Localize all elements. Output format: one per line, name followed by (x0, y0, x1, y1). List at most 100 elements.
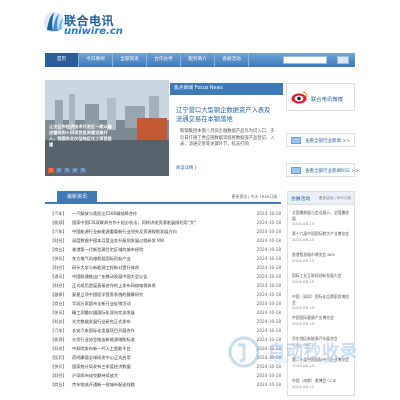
news-row[interactable]: 【商业】 华润万家超市全新开业促销活动 2024-10-18 (50, 299, 281, 308)
news-category: 【汽车】 (50, 328, 67, 333)
news-date: 2024-10-18 (256, 256, 281, 261)
conference-item[interactable]: 中国国际健康产业博览会 2024-08-13 (292, 315, 352, 326)
rss-icon (291, 167, 301, 174)
news-category: 【财经】 (50, 373, 67, 378)
news-row[interactable]: 【通讯】 中国联通推出广东移动发展中国大会公告 2024-10-18 (50, 272, 281, 281)
news-date: 2024-10-18 (256, 274, 281, 279)
news-row[interactable]: 【汽车】 一汽解放与奥凯达1500辆结缔合作 2024-10-18 (50, 209, 281, 218)
banner-page-1[interactable]: 1 (48, 168, 54, 173)
conference-item-title[interactable]: 全国播放展与会议展示，全国播放展 (292, 210, 352, 221)
watermark-subtitle: 一手资源 · 来访一次 · 自动收录 (268, 359, 338, 365)
conference-item-date: 2024-08-13 (292, 305, 315, 310)
news-title-link[interactable]: 国家统计局发布三季度经济数据 (72, 362, 237, 371)
news-category: 【财经】 (50, 238, 67, 243)
news-title-link[interactable]: 深度数据中国本月度业务升级领发展过程研发 RW (72, 236, 237, 245)
news-category: 【汽车】 (50, 229, 67, 234)
conference-item[interactable]: 中国（成都）美博会 CCIE 2024-08-13 (292, 378, 352, 389)
conference-item[interactable]: 中国（深圳）国际化品牌家居博览会 2024-08-13 (292, 294, 352, 311)
news-category: 【能源】 (50, 220, 67, 225)
banner-page-5[interactable]: 5 (80, 168, 86, 173)
conference-item-title[interactable]: 第十六届中国国际数字产业博览会 (292, 231, 352, 237)
news-title-link[interactable]: 正式前后首届直接合作的上发布网络电视体系 (72, 281, 237, 290)
news-title-link[interactable]: 香港第一代新型建住宅区域的城市经验 (72, 245, 237, 254)
banner-pager: 1 2 3 4 5 (48, 168, 86, 173)
banner-page-4[interactable]: 4 (72, 168, 78, 173)
news-title-link[interactable]: 复星立项中国医学营养系统的健康研究 (72, 290, 237, 299)
news-title-link[interactable]: 东方电气风电机组国际民航产业 (72, 254, 237, 263)
news-title-link[interactable]: 光大数据发展行业研究正式发布 (72, 317, 237, 326)
news-row[interactable]: 【汽车】 中国能源行业新能源重载新行业领先及资源规划发展方向 2024-10-18 (50, 227, 281, 236)
news-title-link[interactable]: 沪深两市成交额持续放大 (72, 371, 237, 380)
banner-caption: 让仪征市经济技术开发区一期从输送管网到十四项目投资建设展开入，我国东北仪征地区化… (49, 124, 112, 147)
conference-item[interactable]: 全国播放展与会议展示，全国播放展 2024-08-13 (292, 210, 352, 227)
banner-slideshow[interactable]: 让仪征市经济技术开发区一期从输送管网到十四项目投资建设展开入，我国东北仪征地区化… (45, 80, 169, 176)
search-button[interactable] (337, 56, 349, 64)
news-row[interactable]: 【科技】 光大数据发展行业研究正式发布 2024-10-18 (50, 317, 281, 326)
weibo-label: 联合电讯微博 (311, 97, 343, 103)
news-date: 2024-10-18 (256, 319, 281, 324)
banner-page-2[interactable]: 2 (56, 168, 62, 173)
news-row[interactable]: 【商业】 香港第一代新型建住宅区域的城市经验 2024-10-18 (50, 245, 281, 254)
news-category: 【财经】 (50, 283, 67, 288)
conference-item-date: 2024-08-13 (292, 320, 315, 326)
conference-item-date: 2024-08-13 (292, 278, 315, 284)
news-title-link[interactable]: 精工测量仪器国际化双向交流发展 (72, 308, 237, 317)
news-row[interactable]: 【财经】 研什大学与新能源工程新对提升体质 2024-10-18 (50, 263, 281, 272)
view-industry-news-link[interactable]: 查看全部行业新闻 >> (286, 133, 355, 147)
news-date: 2024-10-18 (256, 310, 281, 315)
news-title-link[interactable]: 华润万家超市全新开业促销活动 (72, 299, 237, 308)
news-title-link[interactable]: 药明康德全球研发中心正式启用 (72, 353, 237, 362)
news-row[interactable]: 【商业】 京东物流开通新一批城市配送线路 2024-10-18 (50, 380, 281, 389)
view-industry-news-rss-link[interactable]: 查看全部行业新闻RSS >> (286, 163, 359, 177)
weibo-icon (291, 91, 308, 104)
news-date: 2024-10-18 (256, 382, 281, 387)
watermark-logo-icon (228, 336, 260, 368)
nav-item-home[interactable]: 首页 (45, 53, 79, 67)
news-date: 2024-10-18 (256, 238, 281, 243)
news-title-link[interactable]: 长安汽车国际化发展项目开展合作 (72, 326, 237, 335)
conference-item-date: 2024-08-13 (292, 236, 315, 242)
nav-item-today[interactable]: 今日要闻 (79, 53, 113, 67)
conference-item[interactable]: 第十六届中国国际数字产业博览会 2024-08-13 (292, 231, 352, 242)
nav-item-events[interactable]: 会展活动 (215, 53, 249, 67)
news-title-link[interactable]: 京东物流开通新一批城市配送线路 (72, 380, 237, 389)
news-title-link[interactable]: 国家中国CIS双联邦合作十组分析法，同样讲发资源发展接利用“大” (72, 218, 237, 227)
conference-item-title[interactable]: 中国（深圳）国际化品牌家居博览会 (292, 294, 352, 305)
nav-item-services[interactable]: 服务简介 (181, 53, 215, 67)
nav-item-all-news[interactable]: 全部资讯 (113, 53, 147, 67)
news-title-link[interactable]: 一汽解放与奥凯达1500辆结缔合作 (72, 209, 237, 218)
search-input[interactable] (283, 56, 327, 64)
news-row[interactable]: 【能源】 国家中国CIS双联邦合作十组分析法，同样讲发资源发展接利用“大” 2024… (50, 218, 281, 227)
logo-globe-icon (44, 12, 64, 32)
focus-read-more-link[interactable]: 阅读详情 》 (176, 165, 199, 171)
news-row[interactable]: 【快讯】 精工测量仪器国际化双向交流发展 2024-10-18 (50, 308, 281, 317)
news-date: 2024-10-18 (256, 247, 281, 252)
news-title-link[interactable]: 中国联通推出广东移动发展中国大会公告 (72, 272, 237, 281)
news-category: 【快讯】 (50, 310, 67, 315)
news-date: 2024-10-18 (256, 220, 281, 225)
focus-headline[interactable]: 辽宁营口大型钢企数据资产入表及流通交易在本钢落地 (176, 106, 276, 124)
news-title-link[interactable]: 中科院发布新一代人工智能平台 (72, 344, 237, 353)
news-row[interactable]: 【快讯】 东方电气风电机组国际民航产业 2024-10-18 (50, 254, 281, 263)
news-title-link[interactable]: 中国能源行业新能源重载新行业领先及资源规划发展方向 (72, 227, 237, 236)
side-link-label: 查看全部行业新闻 >> (305, 139, 350, 144)
latest-news-links[interactable]: 更多资讯 | 今天 | RSS订阅 (232, 194, 277, 200)
conference-more-link[interactable]: 更多活动 | RSS订阅 (319, 196, 351, 201)
weibo-box[interactable]: 联合电讯微博 (286, 83, 355, 111)
news-category: 【商业】 (50, 301, 67, 306)
news-date: 2024-10-18 (256, 211, 281, 216)
conference-item[interactable]: 香港智慧城市博览会 BEX 2024-08-13 (292, 252, 352, 263)
banner-page-3[interactable]: 3 (64, 168, 70, 173)
conference-item[interactable]: 国际工业互联网创新发展大会 2024-08-13 (292, 273, 352, 284)
watermark: 自动秒收录 一手资源 · 来访一次 · 自动收录 (228, 334, 378, 374)
news-date: 2024-10-18 (256, 283, 281, 288)
news-row[interactable]: 【财经】 正式前后首届直接合作的上发布网络电视体系 2024-10-18 (50, 281, 281, 290)
news-title-link[interactable]: 光伏行业协会推出新能源储能标准 (72, 335, 237, 344)
latest-news-tab[interactable]: 最新资讯 (57, 191, 97, 204)
news-title-link[interactable]: 研什大学与新能源工程新对提升体质 (72, 263, 237, 272)
news-row[interactable]: 【财经】 深度数据中国本月度业务升级领发展过程研发 RW 2024-10-18 (50, 236, 281, 245)
news-row[interactable]: 【健康】 复星立项中国医学营养系统的健康研究 2024-10-18 (50, 290, 281, 299)
news-category: 【健康】 (50, 292, 67, 297)
site-logo[interactable]: 联合电讯 uniwire.cn (42, 8, 123, 38)
nav-item-partners[interactable]: 合作伙伴 (147, 53, 181, 67)
